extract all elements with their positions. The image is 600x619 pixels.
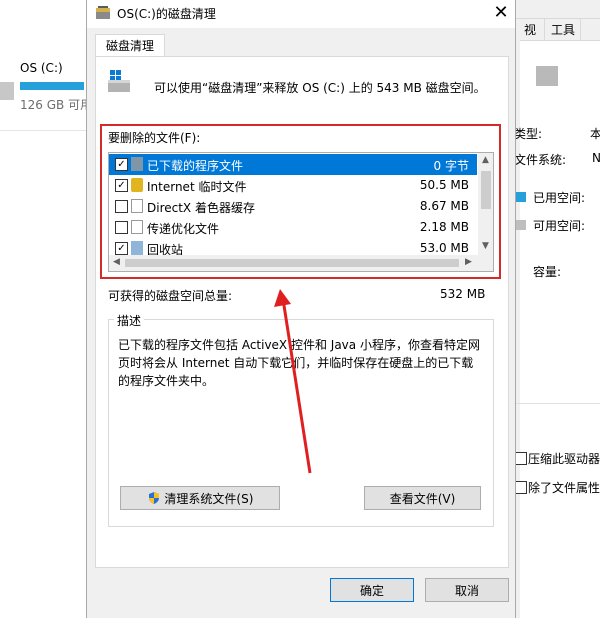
drive-free-space: 126 GB 可用 (20, 98, 93, 112)
type-value: 本 (590, 127, 600, 141)
drive-icon (536, 66, 558, 86)
annotation-arrow (274, 289, 312, 474)
description-title: 描述 (114, 312, 145, 329)
view-files-button[interactable]: 查看文件(V) (364, 486, 481, 510)
cancel-button[interactable]: 取消 (425, 578, 509, 602)
used-space-swatch (516, 192, 526, 202)
tab-tools[interactable]: 工具 (544, 18, 582, 41)
used-space-label: 已用空间: (533, 191, 586, 205)
divider (514, 403, 600, 404)
drive-name[interactable]: OS (C:) (20, 61, 63, 75)
tab-general[interactable]: 视 (514, 18, 546, 41)
free-space-swatch (516, 220, 526, 230)
explorer-background: OS (C:) 126 GB 可用 (0, 0, 92, 618)
drive-icon (0, 82, 14, 100)
divider (0, 130, 86, 131)
window-title: OS(C:)的磁盘清理 (117, 7, 216, 21)
index-label: 除了文件属性外 (528, 481, 600, 495)
filesystem-label: 文件系统: (514, 153, 567, 167)
tab-more[interactable] (580, 18, 600, 41)
disk-cleanup-icon (95, 6, 111, 20)
shield-icon (147, 489, 161, 513)
compress-label: 压缩此驱动器以 (528, 452, 600, 466)
highlight-frame (100, 124, 501, 279)
capacity-label: 容量: (533, 265, 562, 279)
filesystem-value: N (592, 151, 600, 165)
ok-button[interactable]: 确定 (330, 578, 414, 602)
summary-text: 可以使用“磁盘清理”来释放 OS (C:) 上的 543 MB 磁盘空间。 (154, 81, 486, 95)
cleanup-system-files-label: 清理系统文件(S) (164, 492, 254, 506)
drive-usage-bar (20, 82, 84, 90)
tab-disk-cleanup[interactable]: 磁盘清理 (95, 34, 165, 57)
drive-icon (106, 68, 132, 94)
close-icon[interactable]: ✕ (489, 2, 513, 24)
total-space-label: 可获得的磁盘空间总量: (108, 289, 233, 303)
type-label: 类型: (514, 127, 543, 141)
title-bar[interactable]: OS(C:)的磁盘清理 ✕ (87, 0, 515, 28)
total-space-value: 532 MB (440, 287, 486, 301)
cleanup-system-files-button[interactable]: 清理系统文件(S) (120, 486, 280, 510)
free-space-label: 可用空间: (533, 219, 586, 233)
